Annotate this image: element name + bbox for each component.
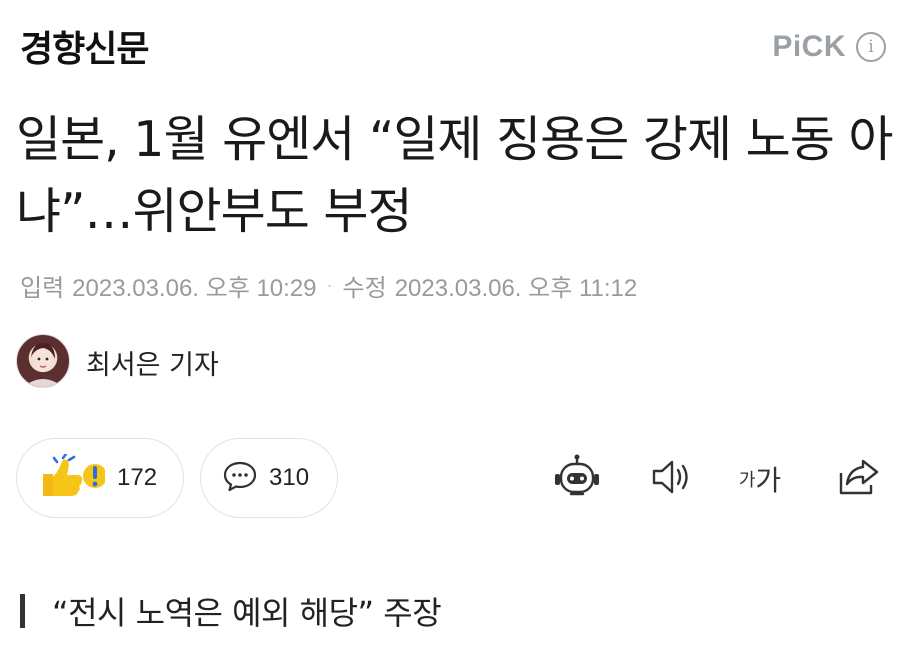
article-subheading: “전시 노역은 예외 해당” 주장 <box>52 594 442 632</box>
reaction-count: 172 <box>117 464 158 491</box>
press-logo[interactable]: 경향신문 <box>20 20 149 72</box>
thumbs-up-icon <box>39 452 107 502</box>
tts-button[interactable] <box>644 452 698 506</box>
subheading-marker <box>20 594 25 628</box>
pick-badge: PiCK i <box>772 30 886 64</box>
modified-label: 수정 <box>342 275 387 302</box>
speech-bubble-icon <box>223 460 257 496</box>
comment-button[interactable]: 310 <box>200 438 338 518</box>
font-size-button[interactable]: 가 가 <box>732 452 786 506</box>
reporter-name[interactable]: 최서은 기자 <box>86 343 219 382</box>
reporter-avatar[interactable] <box>16 334 70 388</box>
font-size-large-label: 가 <box>755 464 781 497</box>
comment-count: 310 <box>269 464 310 491</box>
published-label: 입력 <box>20 275 65 302</box>
robot-icon <box>553 454 601 504</box>
pick-label: PiCK <box>772 30 846 63</box>
article-dates: 입력 2023.03.06. 오후 10:29 · 수정 2023.03.06.… <box>20 268 637 303</box>
summary-button[interactable] <box>550 452 604 506</box>
font-size-small-label: 가 <box>738 470 756 491</box>
share-button[interactable] <box>832 452 886 506</box>
info-icon[interactable]: i <box>856 32 886 62</box>
reaction-button[interactable]: 172 <box>16 438 184 518</box>
reporter-portrait <box>23 343 63 387</box>
speaker-icon <box>649 457 693 501</box>
modified-date: 2023.03.06. 오후 11:12 <box>394 275 638 302</box>
published-date: 2023.03.06. 오후 10:29 <box>72 275 317 302</box>
share-icon <box>837 457 881 501</box>
meta-separator: · <box>326 275 333 295</box>
article-headline: 일본, 1월 유엔서 “일제 징용은 강제 노동 아냐”…위안부도 부정 <box>16 111 893 240</box>
